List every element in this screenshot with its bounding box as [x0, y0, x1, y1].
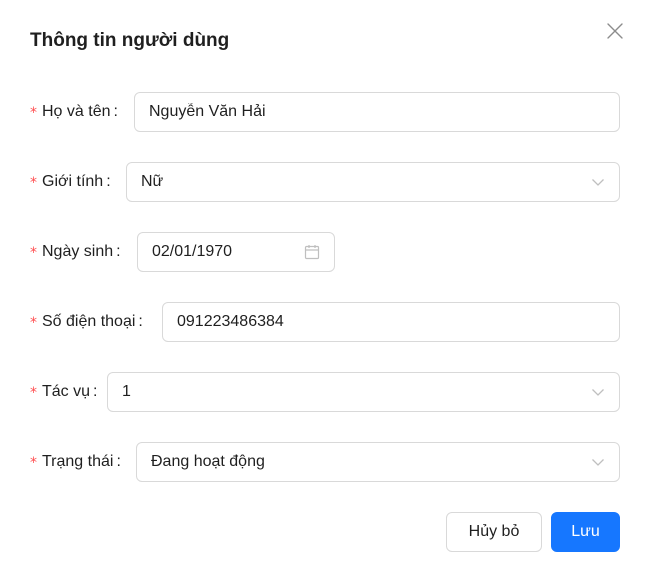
- form-row-status: * Trạng thái : Đang hoạt động: [30, 442, 620, 482]
- phone-label-text: Số điện thoại: [42, 313, 136, 330]
- form-row-phone: * Số điện thoại : 091223486384: [30, 302, 620, 342]
- label-colon: :: [93, 383, 98, 400]
- calendar-icon: [304, 244, 320, 260]
- gender-value: Nữ: [141, 173, 164, 190]
- user-info-dialog: Thông tin người dùng * Họ và tên : Nguyễ…: [0, 0, 646, 575]
- gender-label-text: Giới tính: [42, 173, 104, 190]
- close-button[interactable]: [603, 21, 627, 45]
- form-row-gender: * Giới tính : Nữ: [30, 162, 620, 202]
- form-row-task: * Tác vụ : 1: [30, 372, 620, 412]
- phone-value: 091223486384: [177, 313, 284, 330]
- birth-date-label: * Ngày sinh :: [30, 232, 121, 272]
- phone-label: * Số điện thoại :: [30, 302, 143, 342]
- label-colon: :: [116, 243, 121, 260]
- required-mark: *: [30, 315, 37, 331]
- phone-input[interactable]: 091223486384: [162, 302, 620, 342]
- label-colon: :: [106, 173, 111, 190]
- chevron-down-icon: [591, 175, 605, 189]
- task-value: 1: [122, 383, 131, 400]
- cancel-button[interactable]: Hủy bỏ: [446, 512, 542, 552]
- required-mark: *: [30, 175, 37, 191]
- chevron-down-icon: [591, 385, 605, 399]
- label-colon: :: [116, 453, 121, 470]
- status-label-text: Trạng thái: [42, 453, 114, 470]
- full-name-label-text: Họ và tên: [42, 103, 111, 120]
- save-button[interactable]: Lưu: [551, 512, 620, 552]
- form-row-birth-date: * Ngày sinh : 02/01/1970: [30, 232, 620, 272]
- label-colon: :: [113, 103, 118, 120]
- close-icon: [607, 22, 623, 44]
- full-name-label: * Họ và tên :: [30, 92, 118, 132]
- chevron-down-icon: [591, 455, 605, 469]
- form-row-full-name: * Họ và tên : Nguyễn Văn Hải: [30, 92, 620, 132]
- required-mark: *: [30, 455, 37, 471]
- status-label: * Trạng thái :: [30, 442, 121, 482]
- status-select[interactable]: Đang hoạt động: [136, 442, 620, 482]
- birth-date-value: 02/01/1970: [152, 243, 233, 260]
- gender-label: * Giới tính :: [30, 162, 111, 202]
- gender-select[interactable]: Nữ: [126, 162, 620, 202]
- dialog-title: Thông tin người dùng: [30, 30, 230, 51]
- required-mark: *: [30, 245, 37, 261]
- required-mark: *: [30, 105, 37, 121]
- required-mark: *: [30, 385, 37, 401]
- birth-date-picker[interactable]: 02/01/1970: [137, 232, 335, 272]
- full-name-input[interactable]: Nguyễn Văn Hải: [134, 92, 620, 132]
- status-value: Đang hoạt động: [151, 453, 265, 470]
- label-colon: :: [138, 313, 143, 330]
- task-select[interactable]: 1: [107, 372, 620, 412]
- task-label-text: Tác vụ: [42, 383, 91, 400]
- birth-date-label-text: Ngày sinh: [42, 243, 114, 260]
- full-name-value: Nguyễn Văn Hải: [149, 103, 266, 120]
- task-label: * Tác vụ :: [30, 372, 97, 412]
